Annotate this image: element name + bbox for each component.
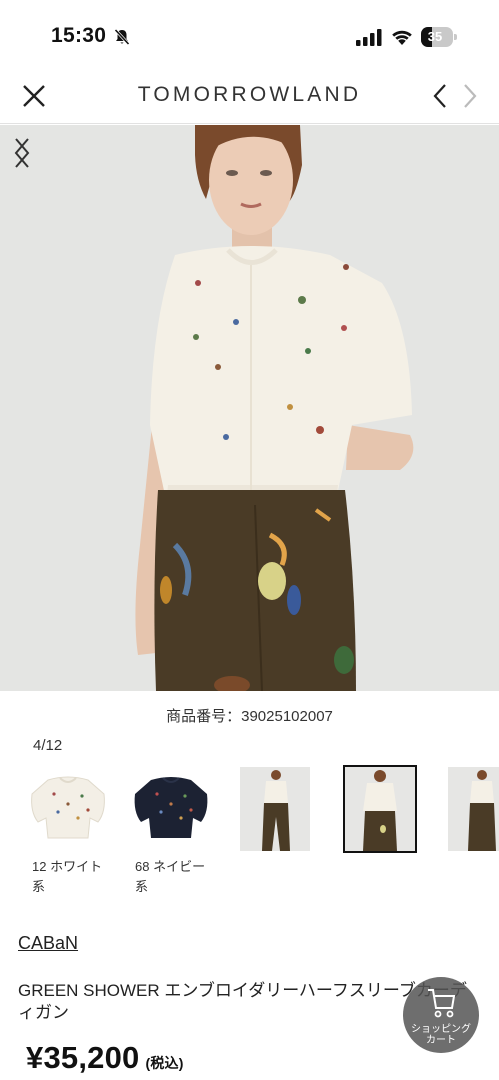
battery-nub <box>454 34 457 40</box>
wifi-icon <box>392 30 412 45</box>
cart-label-line2: カート <box>426 1035 456 1046</box>
thumbnail-strip: 12 ホワイト 系 68 ネイビー 系 <box>0 764 499 900</box>
price-value: ¥35,200 <box>26 1040 140 1075</box>
tax-note: (税込) <box>145 1055 184 1071</box>
brand-link[interactable]: CABaN <box>18 933 78 954</box>
thumbnail-3-image <box>240 767 310 851</box>
battery-level: 35 <box>427 29 443 44</box>
cellular-signal-icon <box>356 29 382 46</box>
color-label-white-line2: 系 <box>32 879 46 894</box>
battery-icon: 35 <box>421 27 457 47</box>
color-label-white-line1: 12 ホワイト <box>32 859 103 874</box>
battery-body: 35 <box>421 27 453 47</box>
color-swatch-navy[interactable] <box>131 768 211 854</box>
color-swatch-white[interactable] <box>28 768 108 854</box>
chevron-left-icon[interactable] <box>429 82 451 110</box>
bell-slash-icon <box>114 28 130 46</box>
product-photo <box>0 125 499 691</box>
color-label-navy-line2: 系 <box>135 879 149 894</box>
cart-label-line1: ショッピング <box>411 1024 471 1035</box>
chevron-right-icon[interactable] <box>0 125 44 181</box>
status-time: 15:30 <box>51 24 107 47</box>
product-number: 商品番号：39025102007 <box>166 708 333 725</box>
chevron-right-icon[interactable] <box>459 82 481 110</box>
white-cardigan-image <box>31 776 105 839</box>
product-image-carousel[interactable] <box>0 125 499 691</box>
color-label-navy[interactable]: 68 ネイビー 系 <box>135 857 215 897</box>
image-counter: 4/12 <box>33 737 63 754</box>
cart-icon <box>428 989 456 1018</box>
app-header: TOMORROWLAND <box>0 66 499 124</box>
thumbnail-4-image <box>345 767 415 851</box>
thumbnail-5-image <box>448 767 499 851</box>
shopping-cart-button[interactable]: ショッピング カート <box>403 977 479 1053</box>
product-price: ¥35,200 (税込) <box>26 1040 184 1076</box>
color-label-navy-line1: 68 ネイビー <box>135 859 206 874</box>
thumbnail-5[interactable] <box>448 767 499 851</box>
thumbnail-4-selected[interactable] <box>343 765 417 853</box>
status-bar: 15:30 35 <box>0 0 499 66</box>
navy-cardigan-image <box>134 777 208 838</box>
color-label-white[interactable]: 12 ホワイト 系 <box>32 857 112 897</box>
thumbnail-3[interactable] <box>240 767 310 851</box>
cart-label: ショッピング カート <box>403 1024 479 1046</box>
brand-logo[interactable]: TOMORROWLAND <box>0 83 499 107</box>
